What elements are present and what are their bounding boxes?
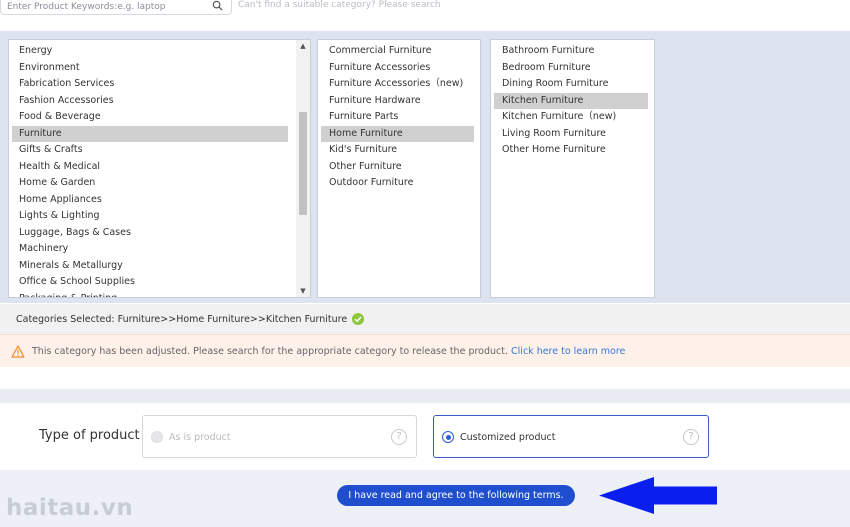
as-is-product-label: As is product (169, 432, 231, 443)
category-item-level2[interactable]: Home Furniture (321, 125, 474, 142)
agree-terms-button[interactable]: I have read and agree to the following t… (337, 485, 575, 506)
category-item-level3[interactable]: Other Home Furniture (494, 142, 648, 159)
scroll-down-arrow-icon[interactable]: ▼ (296, 285, 310, 297)
customized-product-radio[interactable] (442, 431, 454, 443)
scrollbar-thumb[interactable] (299, 112, 307, 215)
category-item-level2[interactable]: Furniture Hardware (321, 93, 474, 110)
help-icon[interactable]: ? (391, 429, 407, 445)
category-list-level2: Commercial Furniture Furniture Accessorie… (318, 40, 480, 192)
category-item-level1[interactable]: Food & Beverage (12, 109, 288, 126)
learn-more-link[interactable]: Click here to learn more (511, 346, 625, 357)
category-item-level3[interactable]: Bedroom Furniture (494, 60, 648, 77)
category-item-level3[interactable]: Bathroom Furniture (494, 43, 648, 60)
category-item-level2[interactable]: Commercial Furniture (321, 43, 474, 60)
as-is-product-option[interactable]: As is product ? (142, 415, 417, 458)
customized-product-option[interactable]: Customized product ? (433, 415, 709, 458)
category-item-level1[interactable]: Environment (12, 60, 288, 77)
category-column-level1: Energy Environment Fabrication Services Fas… (8, 39, 311, 298)
category-selector: Energy Environment Fabrication Services Fas… (0, 31, 850, 303)
category-item-level1[interactable]: Home & Garden (12, 175, 288, 192)
scrollbar[interactable]: ▲ ▼ (296, 40, 310, 297)
category-item-level3[interactable]: Kitchen Furniture (494, 92, 648, 109)
category-item-level1[interactable]: Home Appliances (12, 192, 288, 209)
category-item-level2[interactable]: Kid's Furniture (321, 142, 474, 159)
search-box[interactable] (0, 0, 232, 15)
category-item-level1[interactable]: Minerals & Metallurgy (12, 258, 288, 275)
category-list-level1: Energy Environment Fabrication Services Fas… (9, 40, 310, 298)
category-item-level2[interactable]: Furniture Parts (321, 109, 474, 126)
category-item-level1[interactable]: Energy (12, 43, 288, 60)
category-item-level1[interactable]: Packaging & Printing (12, 291, 288, 298)
category-item-level3[interactable]: Living Room Furniture (494, 126, 648, 143)
help-icon[interactable]: ? (683, 429, 699, 445)
category-item-level1[interactable]: Furniture (12, 125, 288, 142)
search-input[interactable] (7, 0, 202, 13)
selected-category-text: Categories Selected: Furniture>>Home Fur… (16, 314, 348, 325)
category-item-level2[interactable]: Outdoor Furniture (321, 175, 474, 192)
category-item-level2[interactable]: Other Furniture (321, 159, 474, 176)
warning-icon (11, 345, 25, 358)
selected-category-bar: Categories Selected: Furniture>>Home Fur… (0, 304, 850, 334)
warning-text: This category has been adjusted. Please … (32, 346, 512, 357)
as-is-product-radio[interactable] (151, 431, 163, 443)
category-item-level1[interactable]: Office & School Supplies (12, 274, 288, 291)
warning-bar: This category has been adjusted. Please … (0, 334, 850, 367)
category-column-level3: Bathroom Furniture Bedroom Furniture Dinin… (490, 39, 655, 298)
check-icon (352, 312, 365, 325)
category-item-level1[interactable]: Fabrication Services (12, 76, 288, 93)
bottom-section: haitau.vn I have read and agree to the f… (0, 470, 850, 527)
category-item-level1[interactable]: Fashion Accessories (12, 93, 288, 110)
search-icon[interactable] (212, 0, 223, 11)
category-column-level2: Commercial Furniture Furniture Accessorie… (317, 39, 481, 298)
section-divider (0, 389, 850, 403)
category-item-level3[interactable]: Kitchen Furniture（new) (494, 109, 648, 126)
search-hint: Can't find a suitable category? Please s… (238, 0, 441, 10)
product-type-label: Type of product (39, 428, 140, 443)
category-item-level2[interactable]: Furniture Accessories (321, 60, 474, 77)
left-arrow-icon (599, 477, 717, 514)
category-item-level3[interactable]: Dining Room Furniture (494, 76, 648, 93)
watermark: haitau.vn (6, 495, 134, 521)
category-item-level1[interactable]: Machinery (12, 241, 288, 258)
product-type-section: Type of product As is product ? Customiz… (0, 403, 850, 470)
category-item-level1[interactable]: Luggage, Bags & Cases (12, 225, 288, 242)
scroll-up-arrow-icon[interactable]: ▲ (296, 40, 310, 52)
category-list-level3: Bathroom Furniture Bedroom Furniture Dinin… (491, 40, 654, 159)
category-item-level2[interactable]: Furniture Accessories（new) (321, 76, 474, 93)
customized-product-label: Customized product (460, 432, 556, 443)
category-item-level1[interactable]: Gifts & Crafts (12, 142, 288, 159)
category-item-level1[interactable]: Lights & Lighting (12, 208, 288, 225)
category-item-level1[interactable]: Health & Medical (12, 159, 288, 176)
